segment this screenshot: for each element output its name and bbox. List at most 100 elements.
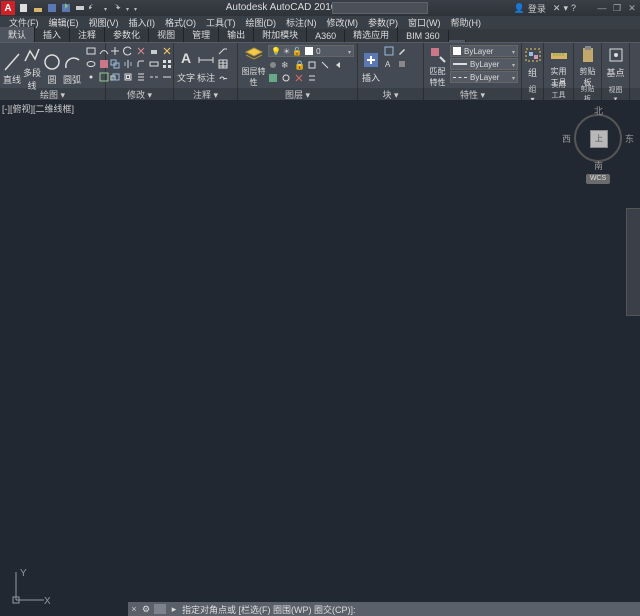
- cmd-custom-icon[interactable]: ⚙: [140, 604, 152, 615]
- layer-props-button[interactable]: 图层特性: [241, 45, 266, 88]
- layer-match-icon[interactable]: [320, 60, 332, 72]
- erase-icon[interactable]: [148, 45, 160, 57]
- layer-walk-icon[interactable]: [281, 73, 293, 85]
- offset-icon[interactable]: [122, 71, 134, 83]
- layer-selector[interactable]: 💡 ☀ 🔓 0 ▾: [268, 45, 354, 57]
- qat-customize-icon[interactable]: ▾: [134, 6, 137, 13]
- tab-parametric[interactable]: 参数化: [105, 27, 149, 42]
- layer-merge-icon[interactable]: [307, 73, 319, 85]
- attrib-icon[interactable]: A: [383, 58, 395, 70]
- rotate-icon[interactable]: [122, 45, 134, 57]
- new-icon[interactable]: [19, 3, 29, 13]
- dim-button[interactable]: 标注: [197, 45, 215, 88]
- navigation-bar[interactable]: [626, 208, 640, 316]
- measure-button[interactable]: 实用工具: [547, 45, 570, 88]
- linetype-selector[interactable]: ByLayer▾: [450, 71, 518, 83]
- view-cube[interactable]: 上 北 南 东 西: [568, 108, 628, 168]
- point-icon[interactable]: [85, 71, 97, 83]
- tab-extra[interactable]: [449, 40, 466, 42]
- viewport-label[interactable]: [-][俯视][二维线框]: [2, 102, 74, 115]
- color-selector[interactable]: ByLayer▾: [450, 45, 518, 57]
- paste-button[interactable]: 剪贴板: [577, 45, 598, 88]
- redo-dropdown-icon[interactable]: ▾: [126, 6, 129, 13]
- app-logo[interactable]: A: [1, 1, 15, 15]
- arc-button[interactable]: 圆弧: [63, 45, 81, 92]
- ptitle-layer[interactable]: 图层 ▾: [238, 88, 358, 101]
- open-icon[interactable]: [33, 3, 43, 13]
- ptitle-block[interactable]: 块 ▾: [358, 88, 424, 101]
- tab-insert[interactable]: 插入: [35, 27, 70, 42]
- tab-default[interactable]: 默认: [0, 27, 35, 42]
- leader-icon[interactable]: [217, 45, 229, 57]
- layer-state-icon[interactable]: [268, 73, 280, 85]
- cmd-text[interactable]: 指定对角点或 [栏选(F) 圈围(WP) 圈交(CP)]:: [180, 603, 640, 616]
- tab-bim360[interactable]: BIM 360: [398, 30, 449, 42]
- user-icon[interactable]: 👤: [514, 3, 525, 14]
- layer-iso-icon[interactable]: [307, 60, 319, 72]
- close-button[interactable]: ✕: [626, 3, 638, 13]
- break-icon[interactable]: [148, 71, 160, 83]
- ptitle-props[interactable]: 特性 ▾: [424, 88, 522, 101]
- cmd-close-icon[interactable]: ×: [128, 604, 140, 614]
- matchprop-button[interactable]: 匹配特性: [427, 45, 448, 88]
- create-block-icon[interactable]: [383, 45, 395, 57]
- redo-icon[interactable]: [111, 3, 121, 13]
- tab-output[interactable]: 输出: [219, 27, 254, 42]
- layer-delete-icon[interactable]: [294, 73, 306, 85]
- block-ref-icon[interactable]: [396, 58, 408, 70]
- help-dropdown-icon[interactable]: ▾: [563, 3, 568, 14]
- group-button[interactable]: 组: [525, 45, 540, 79]
- menu-window[interactable]: 窗口(W): [403, 16, 446, 29]
- viewport[interactable]: [-][俯视][二维线框] 上 北 南 东 西 WCS Y X × ⚙ ▸ 指定…: [0, 100, 640, 616]
- rectangle-icon[interactable]: [85, 45, 97, 57]
- layer-lock-icon[interactable]: 🔒: [294, 60, 306, 72]
- command-bar[interactable]: × ⚙ ▸ 指定对角点或 [栏选(F) 圈围(WP) 圈交(CP)]:: [128, 602, 640, 616]
- maximize-button[interactable]: ❐: [611, 3, 623, 13]
- plot-icon[interactable]: [75, 3, 85, 13]
- copy-icon[interactable]: [109, 58, 121, 70]
- wcs-badge[interactable]: WCS: [586, 174, 610, 184]
- ellipse-icon[interactable]: [85, 58, 97, 70]
- tab-annotate[interactable]: 注释: [70, 27, 105, 42]
- save-icon[interactable]: [47, 3, 57, 13]
- join-icon[interactable]: [161, 71, 173, 83]
- line-button[interactable]: 直线: [3, 45, 21, 92]
- move-icon[interactable]: [109, 45, 121, 57]
- table-icon[interactable]: [217, 58, 229, 70]
- align-icon[interactable]: [135, 71, 147, 83]
- basepoint-button[interactable]: 基点: [605, 45, 626, 79]
- minimize-button[interactable]: —: [596, 3, 608, 13]
- scale-icon[interactable]: [109, 71, 121, 83]
- mirror-icon[interactable]: [122, 58, 134, 70]
- view-cube-face[interactable]: 上: [590, 130, 608, 148]
- ptitle-annot[interactable]: 注释 ▾: [174, 88, 238, 101]
- trim-icon[interactable]: [135, 45, 147, 57]
- tab-featured[interactable]: 精选应用: [345, 27, 398, 42]
- cloud-icon[interactable]: [217, 71, 229, 83]
- menu-help[interactable]: 帮助(H): [446, 16, 487, 29]
- insert-button[interactable]: 插入: [361, 45, 381, 88]
- tab-view[interactable]: 视图: [149, 27, 184, 42]
- stretch-icon[interactable]: [148, 58, 160, 70]
- explode-icon[interactable]: [161, 45, 173, 57]
- layer-prev-icon[interactable]: [333, 60, 345, 72]
- layer-off-icon[interactable]: [268, 60, 280, 72]
- saveas-icon[interactable]: [61, 3, 71, 13]
- exchange-icon[interactable]: ✕: [553, 3, 561, 14]
- fillet-icon[interactable]: [135, 58, 147, 70]
- layer-freeze-icon[interactable]: ❄: [281, 60, 293, 72]
- array-icon[interactable]: [161, 58, 173, 70]
- login-button[interactable]: 登录: [528, 2, 546, 15]
- undo-dropdown-icon[interactable]: ▾: [104, 6, 107, 13]
- edit-block-icon[interactable]: [396, 45, 408, 57]
- tab-manage[interactable]: 管理: [184, 27, 219, 42]
- search-input[interactable]: [332, 2, 428, 14]
- polyline-button[interactable]: 多段线: [23, 45, 41, 92]
- help-icon[interactable]: ?: [571, 3, 576, 13]
- circle-button[interactable]: 圆: [43, 45, 61, 92]
- undo-icon[interactable]: [89, 3, 99, 13]
- tab-addons[interactable]: 附加模块: [254, 27, 307, 42]
- tab-a360[interactable]: A360: [307, 30, 345, 42]
- lineweight-selector[interactable]: ByLayer▾: [450, 58, 518, 70]
- text-button[interactable]: A 文字: [177, 45, 195, 88]
